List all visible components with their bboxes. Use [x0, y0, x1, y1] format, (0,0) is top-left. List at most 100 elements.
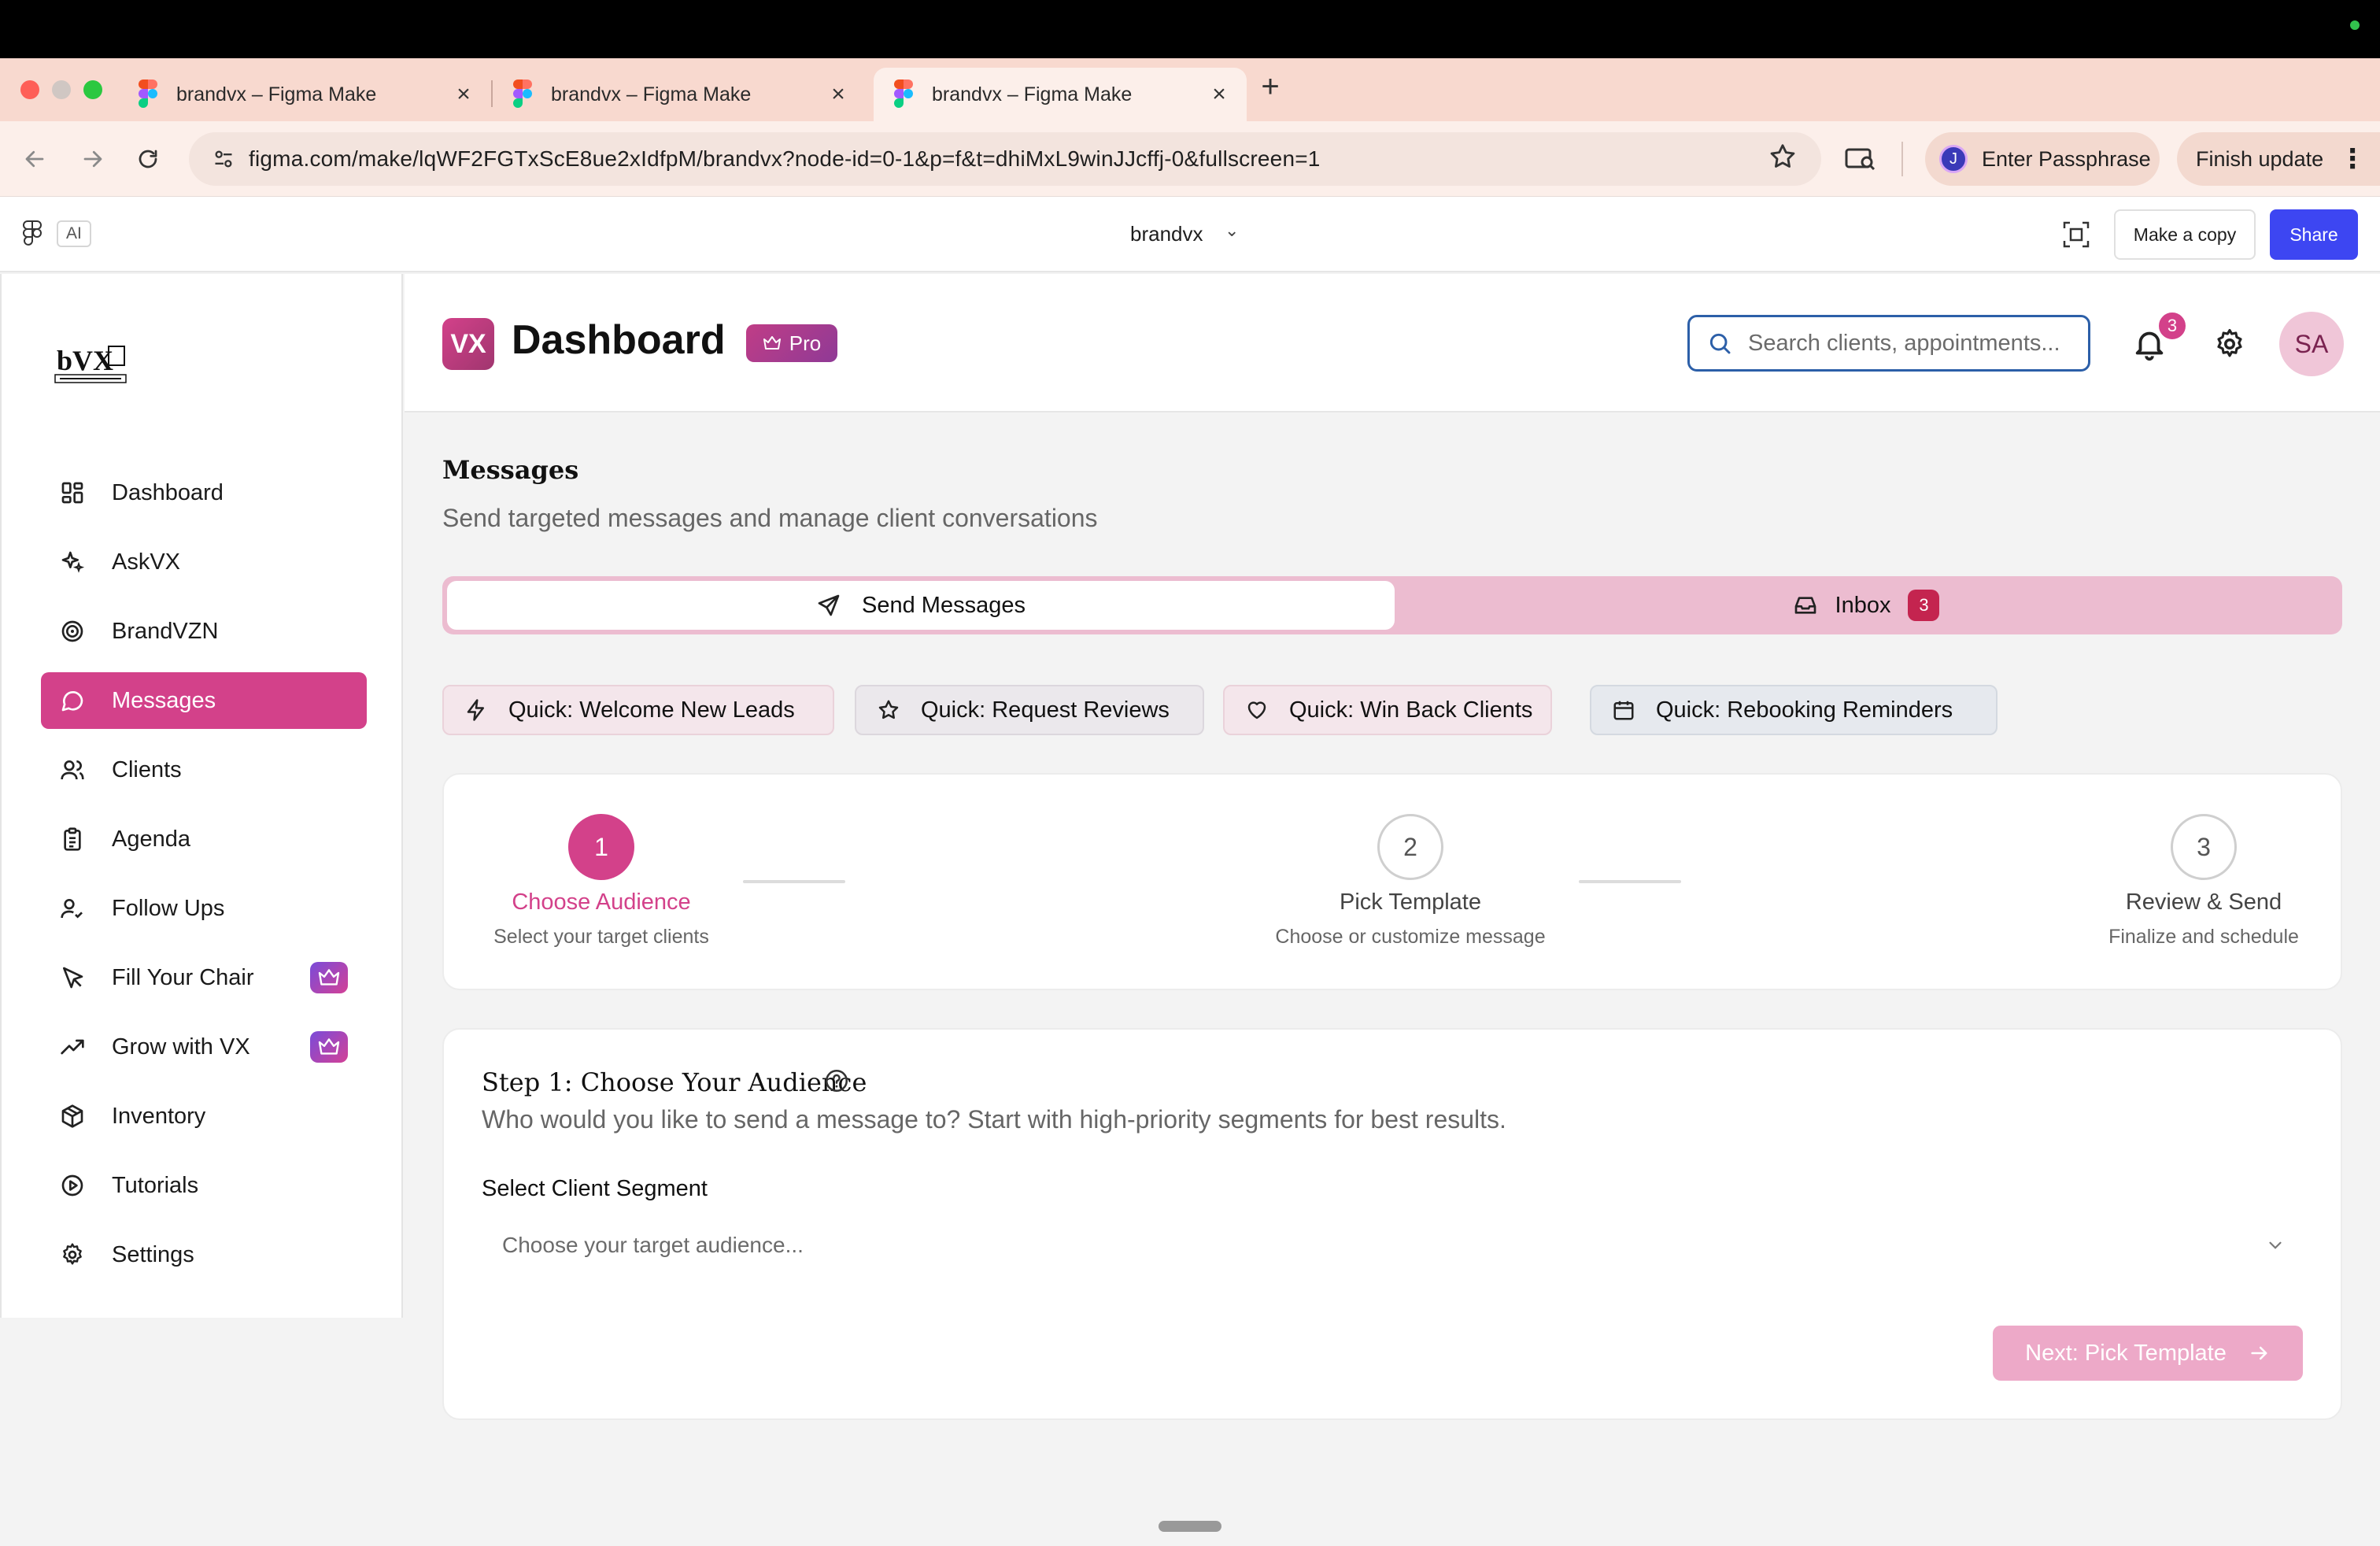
enter-passphrase-button[interactable]: J Enter Passphrase [1925, 132, 2160, 186]
sidebar-item-label: Clients [112, 756, 182, 782]
heart-icon [1244, 697, 1270, 723]
tab-title: brandvx – Figma Make [176, 83, 377, 105]
tab-title: brandvx – Figma Make [932, 83, 1133, 105]
inbox-icon [1794, 597, 1816, 614]
back-button[interactable] [16, 140, 54, 178]
step-1-indicator[interactable]: 1 [568, 814, 634, 880]
browser-toolbar: figma.com/make/lqWF2FGTxScE8ue2xIdfpM/br… [0, 121, 2380, 197]
sidebar-item-grow-with-vx[interactable]: Grow with VX [41, 1019, 367, 1075]
address-bar[interactable]: figma.com/make/lqWF2FGTxScE8ue2xIdfpM/br… [189, 132, 1821, 186]
chevron-down-icon[interactable]: ⌄ [1225, 220, 1239, 241]
sidebar-item-label: Tutorials [112, 1172, 199, 1198]
step-3-indicator[interactable]: 3 [2171, 814, 2237, 880]
audience-title: Step 1: Choose Your Audience [482, 1067, 867, 1097]
sidebar-item-clients[interactable]: Clients [41, 742, 367, 798]
crown-icon [763, 336, 781, 350]
figma-logo-icon[interactable] [22, 220, 42, 249]
sidebar-item-askvx[interactable]: AskVX [41, 534, 367, 590]
tab-close-icon[interactable]: × [825, 81, 852, 108]
sidebar-item-settings[interactable]: Settings [41, 1226, 367, 1283]
messages-tabs: Send Messages Inbox 3 [442, 576, 2342, 634]
play-circle-icon [58, 1171, 87, 1200]
next-button-label: Next: Pick Template [2025, 1340, 2227, 1366]
search-input[interactable] [1748, 330, 2071, 357]
help-icon[interactable] [823, 1067, 850, 1094]
sidebar-item-messages[interactable]: Messages [41, 672, 367, 729]
window-close-button[interactable] [20, 80, 39, 99]
client-segment-select[interactable]: Choose your target audience... [482, 1217, 2304, 1274]
cast-icon[interactable] [1845, 148, 1876, 170]
preview-frame-icon[interactable] [2062, 220, 2090, 249]
finish-update-button[interactable]: Finish update ⋮ [2177, 132, 2380, 186]
share-button[interactable]: Share [2270, 209, 2358, 260]
quick-request-reviews-button[interactable]: Quick: Request Reviews [855, 685, 1204, 735]
quick-welcome-new-leads-button[interactable]: Quick: Welcome New Leads [442, 685, 834, 735]
tab-close-icon[interactable]: × [1206, 81, 1232, 108]
step-2-indicator[interactable]: 2 [1377, 814, 1443, 880]
browser-tab[interactable]: brandvx – Figma Make × [118, 68, 491, 121]
sidebar-item-label: Settings [112, 1241, 194, 1267]
sidebar-item-fill-your-chair[interactable]: Fill Your Chair [41, 949, 367, 1006]
sidebar-item-agenda[interactable]: Agenda [41, 811, 367, 867]
sidebar-item-label: Fill Your Chair [112, 964, 254, 990]
step-2-desc: Choose or customize message [1275, 926, 1546, 948]
tab-send-messages[interactable]: Send Messages [447, 581, 1395, 630]
more-menu-icon[interactable]: ⋮ [2339, 143, 2366, 175]
pro-badge: Pro [746, 324, 837, 362]
notification-count-badge: 3 [2156, 310, 2188, 342]
cursor-icon [58, 963, 87, 992]
next-pick-template-button[interactable]: Next: Pick Template [1993, 1326, 2303, 1381]
sidebar-item-follow-ups[interactable]: Follow Ups [41, 880, 367, 937]
gear-icon [58, 1241, 87, 1269]
sidebar-item-dashboard[interactable]: Dashboard [41, 464, 367, 521]
sidebar-item-tutorials[interactable]: Tutorials [41, 1157, 367, 1214]
os-menu-bar [0, 0, 2380, 58]
settings-gear-icon[interactable] [2213, 327, 2246, 361]
quick-win-back-clients-button[interactable]: Quick: Win Back Clients [1223, 685, 1552, 735]
quick-action-label: Quick: Win Back Clients [1289, 697, 1533, 723]
ai-badge[interactable]: AI [57, 220, 91, 247]
window-zoom-button[interactable] [83, 80, 102, 99]
package-icon [58, 1102, 87, 1130]
tab-title: brandvx – Figma Make [551, 83, 752, 105]
search-box[interactable] [1687, 315, 2090, 372]
site-settings-icon[interactable] [213, 148, 235, 170]
browser-tab-active[interactable]: brandvx – Figma Make × [874, 68, 1247, 121]
reload-icon [139, 150, 157, 168]
figma-toolbar: AI brandvx ⌄ Make a copy Share [0, 197, 2380, 272]
make-a-copy-button[interactable]: Make a copy [2114, 209, 2256, 260]
svg-text:bVX: bVX [57, 345, 113, 376]
pro-label: Pro [789, 331, 822, 355]
window-minimize-button[interactable] [52, 80, 71, 99]
zap-icon [463, 697, 490, 723]
sidebar-item-label: BrandVZN [112, 618, 219, 644]
section-subtitle: Send targeted messages and manage client… [442, 504, 1098, 532]
sidebar-item-inventory[interactable]: Inventory [41, 1088, 367, 1145]
reload-button[interactable] [129, 140, 167, 178]
tab-close-icon[interactable]: × [450, 81, 477, 108]
sparkles-icon [58, 548, 87, 576]
passphrase-label: Enter Passphrase [1982, 146, 2151, 171]
browser-tab[interactable]: brandvx – Figma Make × [493, 68, 866, 121]
tab-inbox[interactable]: Inbox 3 [1395, 581, 2338, 630]
inbox-count-badge: 3 [1908, 590, 1940, 621]
figma-favicon-icon [894, 80, 915, 109]
sidebar-item-label: Grow with VX [112, 1034, 250, 1060]
vx-logo-badge[interactable]: VX [442, 318, 494, 370]
quick-action-label: Quick: Rebooking Reminders [1656, 697, 1953, 723]
sidebar-item-brandvzn[interactable]: BrandVZN [41, 603, 367, 660]
arrow-left-icon [25, 150, 44, 168]
forward-button[interactable] [74, 140, 112, 178]
bookmark-star-icon[interactable] [1768, 142, 1798, 172]
quick-rebooking-reminders-button[interactable]: Quick: Rebooking Reminders [1590, 685, 1998, 735]
new-tab-button[interactable]: + [1255, 69, 1286, 104]
user-avatar[interactable]: SA [2279, 312, 2344, 376]
brandvx-logo[interactable]: bVX [54, 338, 129, 384]
dashboard-icon [58, 479, 87, 507]
users-icon [58, 756, 87, 784]
preview-drag-handle[interactable] [1159, 1521, 1221, 1532]
figma-favicon-icon [139, 80, 159, 109]
file-name[interactable]: brandvx [1130, 222, 1203, 246]
quick-action-label: Quick: Welcome New Leads [508, 697, 795, 723]
send-icon [818, 594, 840, 616]
